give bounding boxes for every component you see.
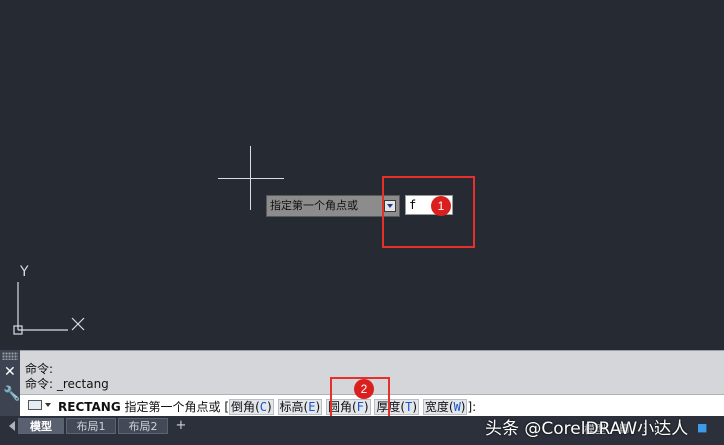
tab-nav-icon[interactable]: [6, 419, 18, 433]
highlight-box-1: [382, 176, 475, 248]
option-chamfer[interactable]: 倒角(C): [229, 399, 274, 415]
wrench-icon[interactable]: 🔧: [3, 386, 20, 402]
ucs-icon: Y: [13, 264, 85, 335]
step-badge-2: 2: [354, 379, 374, 399]
ucs-y-label: Y: [19, 264, 29, 280]
close-icon[interactable]: ✕: [4, 364, 16, 380]
chevron-down-icon[interactable]: [45, 403, 51, 407]
dynamic-input-tooltip: 指定第一个角点或: [266, 195, 400, 217]
watermark: 头条 @CorelDRAW小达人: [485, 419, 689, 439]
command-prompt: RECTANG 指定第一个角点或 [倒角(C) 标高(E) 圆角(F) 厚度(T…: [58, 398, 476, 415]
drawing-canvas[interactable]: 指定第一个角点或 f 1 Y: [0, 0, 724, 350]
option-elevation[interactable]: 标高(E): [277, 399, 323, 415]
workspace-icon[interactable]: ■: [697, 421, 707, 434]
close-bracket: ]:: [467, 400, 477, 414]
command-name: RECTANG: [58, 400, 121, 414]
tab-layout1[interactable]: 布局1: [66, 418, 116, 434]
history-line: 命令: _rectang: [25, 377, 109, 391]
tooltip-label: 指定第一个角点或: [270, 199, 358, 212]
option-width[interactable]: 宽度(W): [422, 399, 468, 415]
prompt-text: 指定第一个角点或: [124, 400, 221, 414]
crosshair-horizontal: [218, 178, 284, 179]
step-badge-1: 1: [431, 196, 451, 216]
command-icon[interactable]: [28, 400, 42, 410]
command-window-handle[interactable]: ✕ 🔧: [0, 350, 20, 416]
add-layout-button[interactable]: +: [172, 418, 190, 434]
tab-layout2[interactable]: 布局2: [118, 418, 168, 434]
crosshair-vertical: [250, 146, 251, 210]
tab-model[interactable]: 模型: [18, 418, 64, 434]
grip-icon[interactable]: [2, 352, 18, 360]
